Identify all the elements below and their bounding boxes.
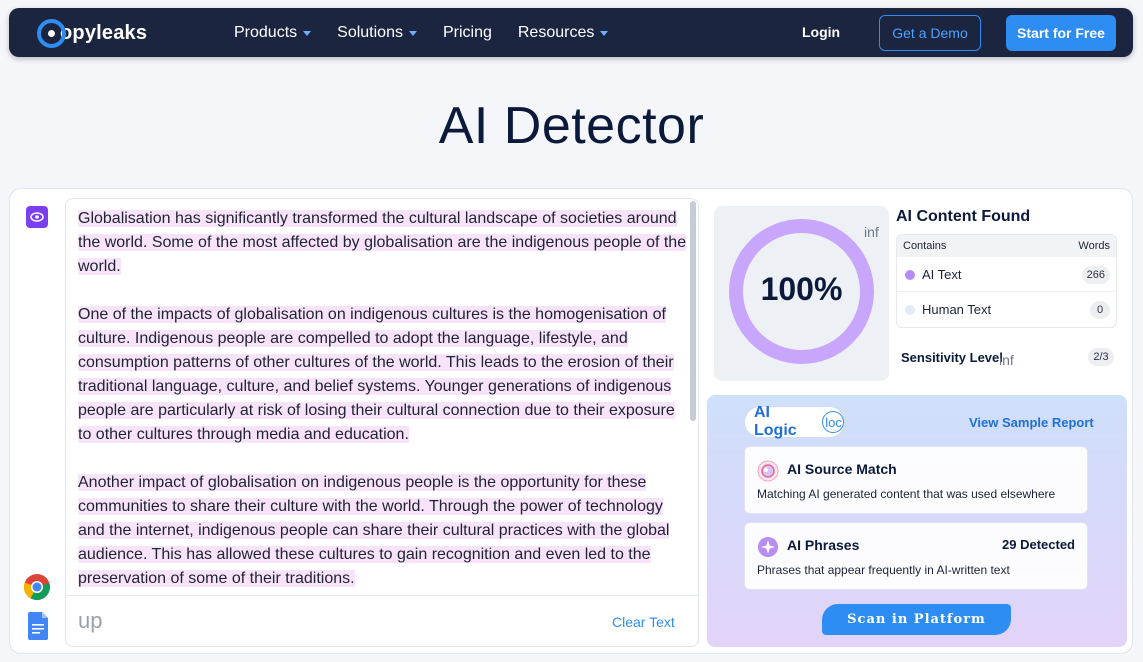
human-text-dot xyxy=(905,305,915,315)
nav-solutions-label: Solutions xyxy=(337,23,403,41)
ai-logic-badge: AI Logic loc xyxy=(744,404,845,439)
chrome-extension-icon[interactable] xyxy=(23,573,51,601)
nav-resources-label: Resources xyxy=(517,23,595,41)
scrollbar[interactable] xyxy=(690,201,696,421)
words-header: Words xyxy=(1078,240,1110,252)
result-summary: 100% inf AI Content Found Contains Words… xyxy=(707,198,1127,386)
top-navbar: opyleaks Products Solutions Pricing Reso… xyxy=(9,8,1133,57)
nav-pricing[interactable]: Pricing xyxy=(443,24,492,42)
ai-phrases-desc: Phrases that appear frequently in AI-wri… xyxy=(757,563,1010,577)
logo-text: opyleaks xyxy=(60,21,148,44)
table-header: Contains Words xyxy=(897,235,1116,257)
sparkle-icon xyxy=(757,536,779,558)
view-sample-report-link[interactable]: View Sample Report xyxy=(969,415,1094,430)
ai-text-label: AI Text xyxy=(922,267,962,282)
info-icon[interactable]: inf xyxy=(864,224,879,240)
sensitivity-label: Sensitivity Level xyxy=(901,350,1003,365)
ai-text-dot xyxy=(905,270,915,280)
paragraph: One of the impacts of globalisation on i… xyxy=(78,303,690,447)
ai-logic-panel: AI Logic loc View Sample Report AI Sourc… xyxy=(707,395,1127,647)
nav-menu: Products Solutions Pricing Resources xyxy=(234,8,634,57)
logo-c-icon xyxy=(37,18,66,48)
chevron-down-icon xyxy=(303,31,312,36)
page-title: AI Detector xyxy=(438,97,705,155)
word-count-table: Contains Words AI Text 266 Human Text 0 xyxy=(896,234,1117,328)
ai-highlight: Another impact of globalisation on indig… xyxy=(78,474,670,587)
clear-text-button[interactable]: Clear Text xyxy=(612,614,675,630)
info-icon[interactable]: inf xyxy=(999,352,1014,368)
ai-highlight: Globalisation has significantly transfor… xyxy=(78,210,687,275)
ai-logic-icon: loc xyxy=(822,411,844,433)
ai-text-count: 266 xyxy=(1081,266,1110,284)
text-editor[interactable]: Globalisation has significantly transfor… xyxy=(65,198,699,647)
source-match-desc: Matching AI generated content that was u… xyxy=(757,487,1056,501)
contains-header: Contains xyxy=(903,240,947,252)
upload-hint[interactable]: up xyxy=(78,608,102,634)
scan-in-platform-button[interactable]: Scan in Platform xyxy=(822,604,1011,635)
nav-resources[interactable]: Resources xyxy=(517,23,609,42)
ai-content-title: AI Content Found xyxy=(896,208,1031,225)
login-link[interactable]: Login xyxy=(802,24,840,40)
source-match-title: AI Source Match xyxy=(787,461,897,477)
start-free-button[interactable]: Start for Free xyxy=(1006,15,1116,51)
get-demo-button[interactable]: Get a Demo xyxy=(879,15,981,51)
source-match-icon xyxy=(757,460,779,482)
nav-pricing-label: Pricing xyxy=(442,23,492,41)
eye-icon[interactable] xyxy=(26,206,48,228)
human-text-count: 0 xyxy=(1090,301,1110,319)
nav-products-label: Products xyxy=(234,23,298,41)
detector-card: Globalisation has significantly transfor… xyxy=(9,188,1133,654)
ai-logic-label: AI Logic xyxy=(754,404,797,439)
paragraph: Another impact of globalisation on indig… xyxy=(78,471,690,591)
ai-source-match-card[interactable]: AI Source Match Matching AI generated co… xyxy=(744,446,1088,514)
ai-phrases-count: 29 Detected xyxy=(1002,537,1075,552)
copyleaks-logo[interactable]: opyleaks xyxy=(37,18,147,48)
table-row-ai-text: AI Text 266 xyxy=(897,257,1116,292)
ai-percentage: 100% xyxy=(760,271,843,307)
ai-phrases-title: AI Phrases xyxy=(787,537,860,553)
google-docs-icon[interactable] xyxy=(28,612,48,640)
paragraph: Globalisation has significantly transfor… xyxy=(78,207,690,279)
table-row-human-text: Human Text 0 xyxy=(897,292,1116,327)
chevron-down-icon xyxy=(600,31,609,36)
nav-products[interactable]: Products xyxy=(234,23,312,42)
editor-footer: up Clear Text xyxy=(66,595,698,646)
ai-highlight: One of the impacts of globalisation on i… xyxy=(78,306,675,443)
ai-phrases-card[interactable]: AI Phrases 29 Detected Phrases that appe… xyxy=(744,522,1088,590)
text-area[interactable]: Globalisation has significantly transfor… xyxy=(66,199,690,595)
chevron-down-icon xyxy=(408,31,417,36)
human-text-label: Human Text xyxy=(922,302,992,317)
sensitivity-value[interactable]: 2/3 xyxy=(1088,348,1114,366)
nav-solutions[interactable]: Solutions xyxy=(337,24,417,42)
ai-score-gauge: 100% inf xyxy=(714,206,889,381)
